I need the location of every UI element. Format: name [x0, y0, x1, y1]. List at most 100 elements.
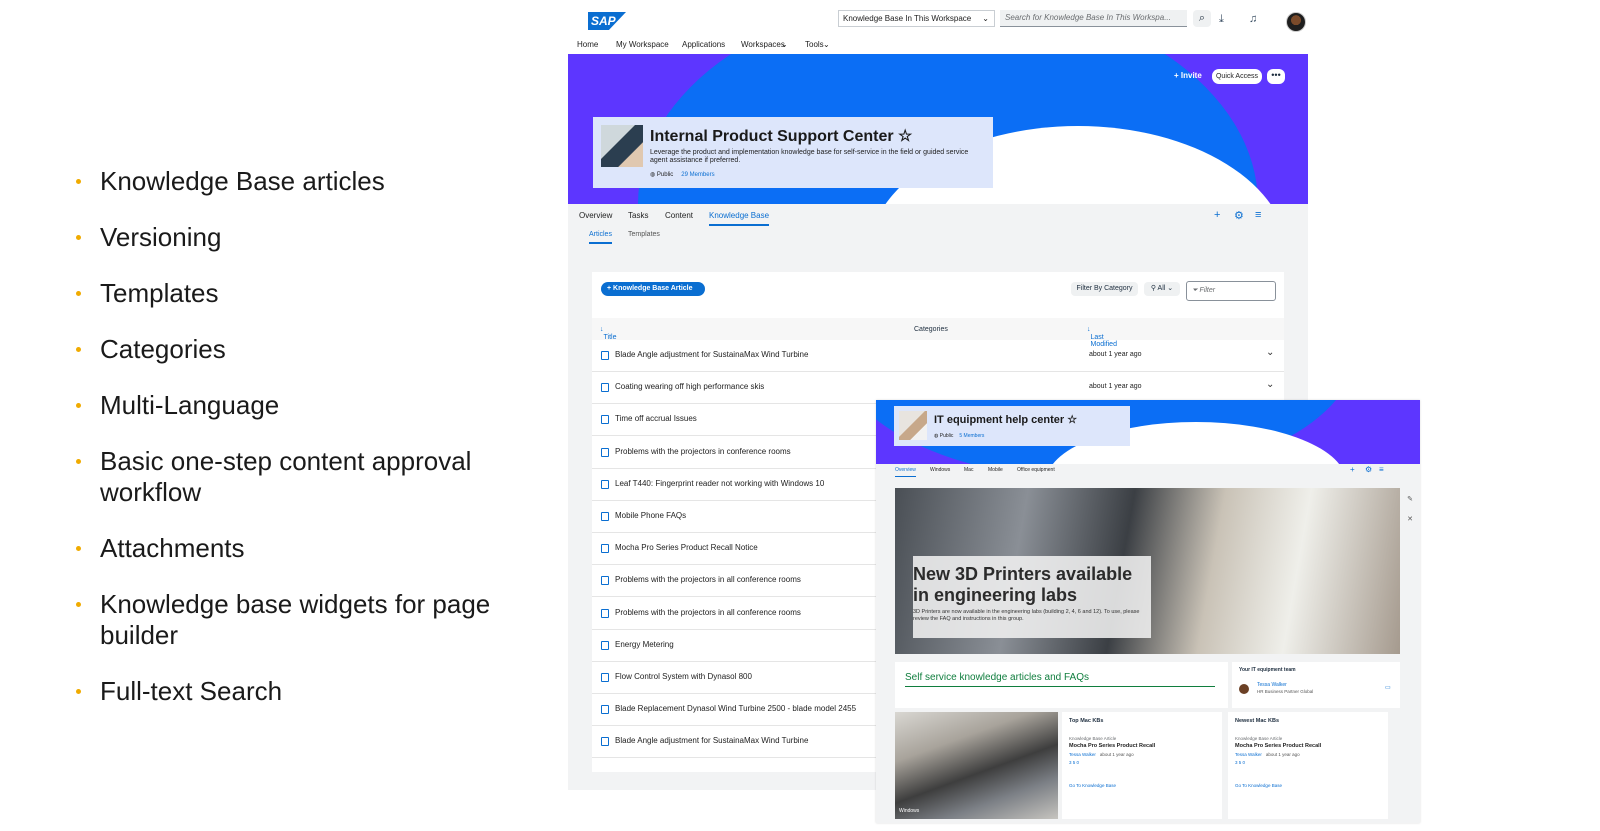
- go-to-kb-link[interactable]: Go To Knowledge Base: [1069, 783, 1116, 788]
- workspace-description: Leverage the product and implementation …: [650, 149, 969, 164]
- add-icon[interactable]: +: [1214, 209, 1220, 221]
- bullet-dot-icon: [76, 291, 81, 296]
- team-member-role: HR Business Partner Global: [1257, 689, 1314, 694]
- gear-icon[interactable]: ⚙: [1234, 209, 1244, 222]
- add-knowledge-base-article-button[interactable]: + Knowledge Base Article: [601, 282, 705, 296]
- search-scope-select[interactable]: Knowledge Base In This Workspace ⌄: [838, 10, 995, 27]
- sort-modified-column[interactable]: ↓ Last Modified: [1087, 326, 1117, 348]
- download-icon[interactable]: ⤓: [1219, 13, 1224, 26]
- workspace-title: Internal Product Support Center ☆: [650, 128, 913, 145]
- article-stats: 3 5 0: [1069, 760, 1080, 765]
- article-title[interactable]: Blade Angle adjustment for SustainaMax W…: [615, 350, 808, 359]
- article-icon: [601, 479, 609, 489]
- feature-item: Categories: [76, 334, 516, 365]
- invite-button[interactable]: + Invite: [1174, 71, 1202, 80]
- article-title[interactable]: Mocha Pro Series Product Recall Notice: [615, 543, 758, 552]
- windows-tile[interactable]: Windows: [895, 712, 1058, 819]
- tab-overview[interactable]: Overview: [895, 467, 916, 477]
- article-title[interactable]: Leaf T440: Fingerprint reader not workin…: [615, 479, 824, 488]
- team-member-name[interactable]: Tessa Walker: [1257, 682, 1287, 688]
- table-header: ↓ Title Categories ↓ Last Modified: [592, 318, 1284, 348]
- feature-item: Full-text Search: [76, 676, 516, 707]
- article-modified: about 1 year ago: [1089, 351, 1142, 358]
- collapse-icon[interactable]: ✕: [1403, 510, 1417, 530]
- add-icon[interactable]: +: [1350, 465, 1355, 474]
- sort-title-column[interactable]: ↓ Title: [600, 326, 616, 341]
- edit-icon[interactable]: ✎: [1403, 490, 1417, 510]
- chevron-down-icon[interactable]: ⌄: [1266, 347, 1274, 358]
- article-title[interactable]: Problems with the projectors in all conf…: [615, 575, 801, 584]
- article-meta: Tessa Walker about 1 year ago: [1235, 752, 1300, 757]
- tab-mobile[interactable]: Mobile: [988, 467, 1003, 473]
- quick-access-button[interactable]: Quick Access: [1212, 69, 1262, 84]
- article-icon: [601, 673, 609, 682]
- article-title[interactable]: Blade Angle adjustment for SustainaMax W…: [615, 736, 808, 745]
- tab-content[interactable]: Content: [665, 211, 693, 220]
- article-title[interactable]: Blade Replacement Dynasol Wind Turbine 2…: [615, 704, 856, 713]
- self-service-title[interactable]: Self service knowledge articles and FAQs: [905, 672, 1215, 687]
- tab-windows[interactable]: Windows: [930, 467, 950, 473]
- filter-icon: ⏷: [1192, 287, 1200, 294]
- bullet-dot-icon: [76, 689, 81, 694]
- chevron-down-icon[interactable]: ⌄: [1266, 379, 1274, 390]
- tab-tasks[interactable]: Tasks: [628, 211, 648, 220]
- go-to-kb-link[interactable]: Go To Knowledge Base: [1235, 783, 1282, 788]
- it-members-link[interactable]: 5 Members: [959, 433, 984, 439]
- tab-mac[interactable]: Mac: [964, 467, 973, 473]
- search-input[interactable]: Search for Knowledge Base In This Worksp…: [1000, 10, 1187, 27]
- top-navigation: Home My Workspace Applications Workspace…: [568, 38, 1328, 54]
- nav-applications[interactable]: Applications: [682, 40, 725, 49]
- article-age: about 1 year ago: [1099, 752, 1134, 757]
- tab-knowledge-base[interactable]: Knowledge Base: [709, 211, 770, 226]
- it-workspace-screenshot: IT equipment help center ☆ ◍ Public 5 Mem…: [876, 400, 1420, 823]
- nav-workspaces[interactable]: Workspaces: [741, 40, 785, 49]
- feature-item: Multi-Language: [76, 390, 516, 421]
- tab-templates[interactable]: Templates: [628, 231, 660, 238]
- search-icon[interactable]: ⌕: [1193, 10, 1211, 27]
- article-icon: [601, 640, 609, 650]
- article-title[interactable]: Coating wearing off high performance ski…: [615, 382, 764, 391]
- article-author[interactable]: Tessa Walker: [1069, 752, 1096, 757]
- avatar[interactable]: [1239, 684, 1249, 694]
- more-icon[interactable]: •••: [1267, 69, 1285, 84]
- shell-bar: SAP Knowledge Base In This Workspace ⌄ Se…: [568, 0, 1328, 38]
- menu-icon[interactable]: ≡: [1255, 209, 1261, 221]
- self-service-widget: Self service knowledge articles and FAQs: [895, 662, 1228, 708]
- tab-office-equipment[interactable]: Office equipment: [1017, 467, 1055, 473]
- workspace-image: [601, 125, 643, 167]
- team-header: Your IT equipment team: [1239, 667, 1296, 673]
- nav-my-workspace[interactable]: My Workspace: [616, 40, 669, 49]
- bell-icon[interactable]: ♫: [1249, 13, 1257, 25]
- article-title[interactable]: Flow Control System with Dynasol 800: [615, 672, 752, 681]
- tab-overview[interactable]: Overview: [579, 211, 612, 220]
- workspace-banner: + Invite Quick Access ••• Internal Produ…: [568, 54, 1308, 204]
- members-link[interactable]: 29 Members: [681, 172, 714, 178]
- article-title[interactable]: Mobile Phone FAQs: [615, 511, 686, 520]
- hero-banner[interactable]: New 3D Printers available in engineering…: [895, 488, 1400, 654]
- article-title[interactable]: Mocha Pro Series Product Recall: [1069, 743, 1155, 749]
- visibility-label: Public: [656, 172, 674, 178]
- category-select[interactable]: ⚲ All ⌄: [1144, 282, 1180, 296]
- menu-icon[interactable]: ≡: [1379, 465, 1384, 474]
- filter-by-category-button[interactable]: Filter By Category: [1071, 282, 1138, 296]
- globe-icon: ◍: [650, 172, 657, 178]
- nav-home[interactable]: Home: [577, 40, 598, 49]
- article-icon: [601, 608, 609, 618]
- article-title[interactable]: Energy Metering: [615, 640, 674, 649]
- bullet-dot-icon: [76, 403, 81, 408]
- avatar[interactable]: [1286, 12, 1306, 32]
- sap-logo[interactable]: SAP: [588, 12, 626, 30]
- article-title[interactable]: Problems with the projectors in conferen…: [615, 447, 791, 456]
- gear-icon[interactable]: ⚙: [1365, 465, 1372, 474]
- tab-articles[interactable]: Articles: [589, 231, 612, 244]
- search-scope-value: Knowledge Base In This Workspace: [843, 14, 972, 23]
- article-title[interactable]: Mocha Pro Series Product Recall: [1235, 743, 1321, 749]
- chat-icon[interactable]: ▭: [1385, 684, 1391, 691]
- article-icon: [601, 512, 609, 521]
- nav-tools[interactable]: Tools: [805, 40, 824, 49]
- article-title[interactable]: Time off accrual Issues: [615, 414, 697, 423]
- table-row[interactable]: Blade Angle adjustment for SustainaMax W…: [592, 340, 1284, 372]
- article-title[interactable]: Problems with the projectors in all conf…: [615, 608, 801, 617]
- article-author[interactable]: Tessa Walker: [1235, 752, 1262, 757]
- filter-input[interactable]: ⏷ Filter: [1186, 281, 1276, 301]
